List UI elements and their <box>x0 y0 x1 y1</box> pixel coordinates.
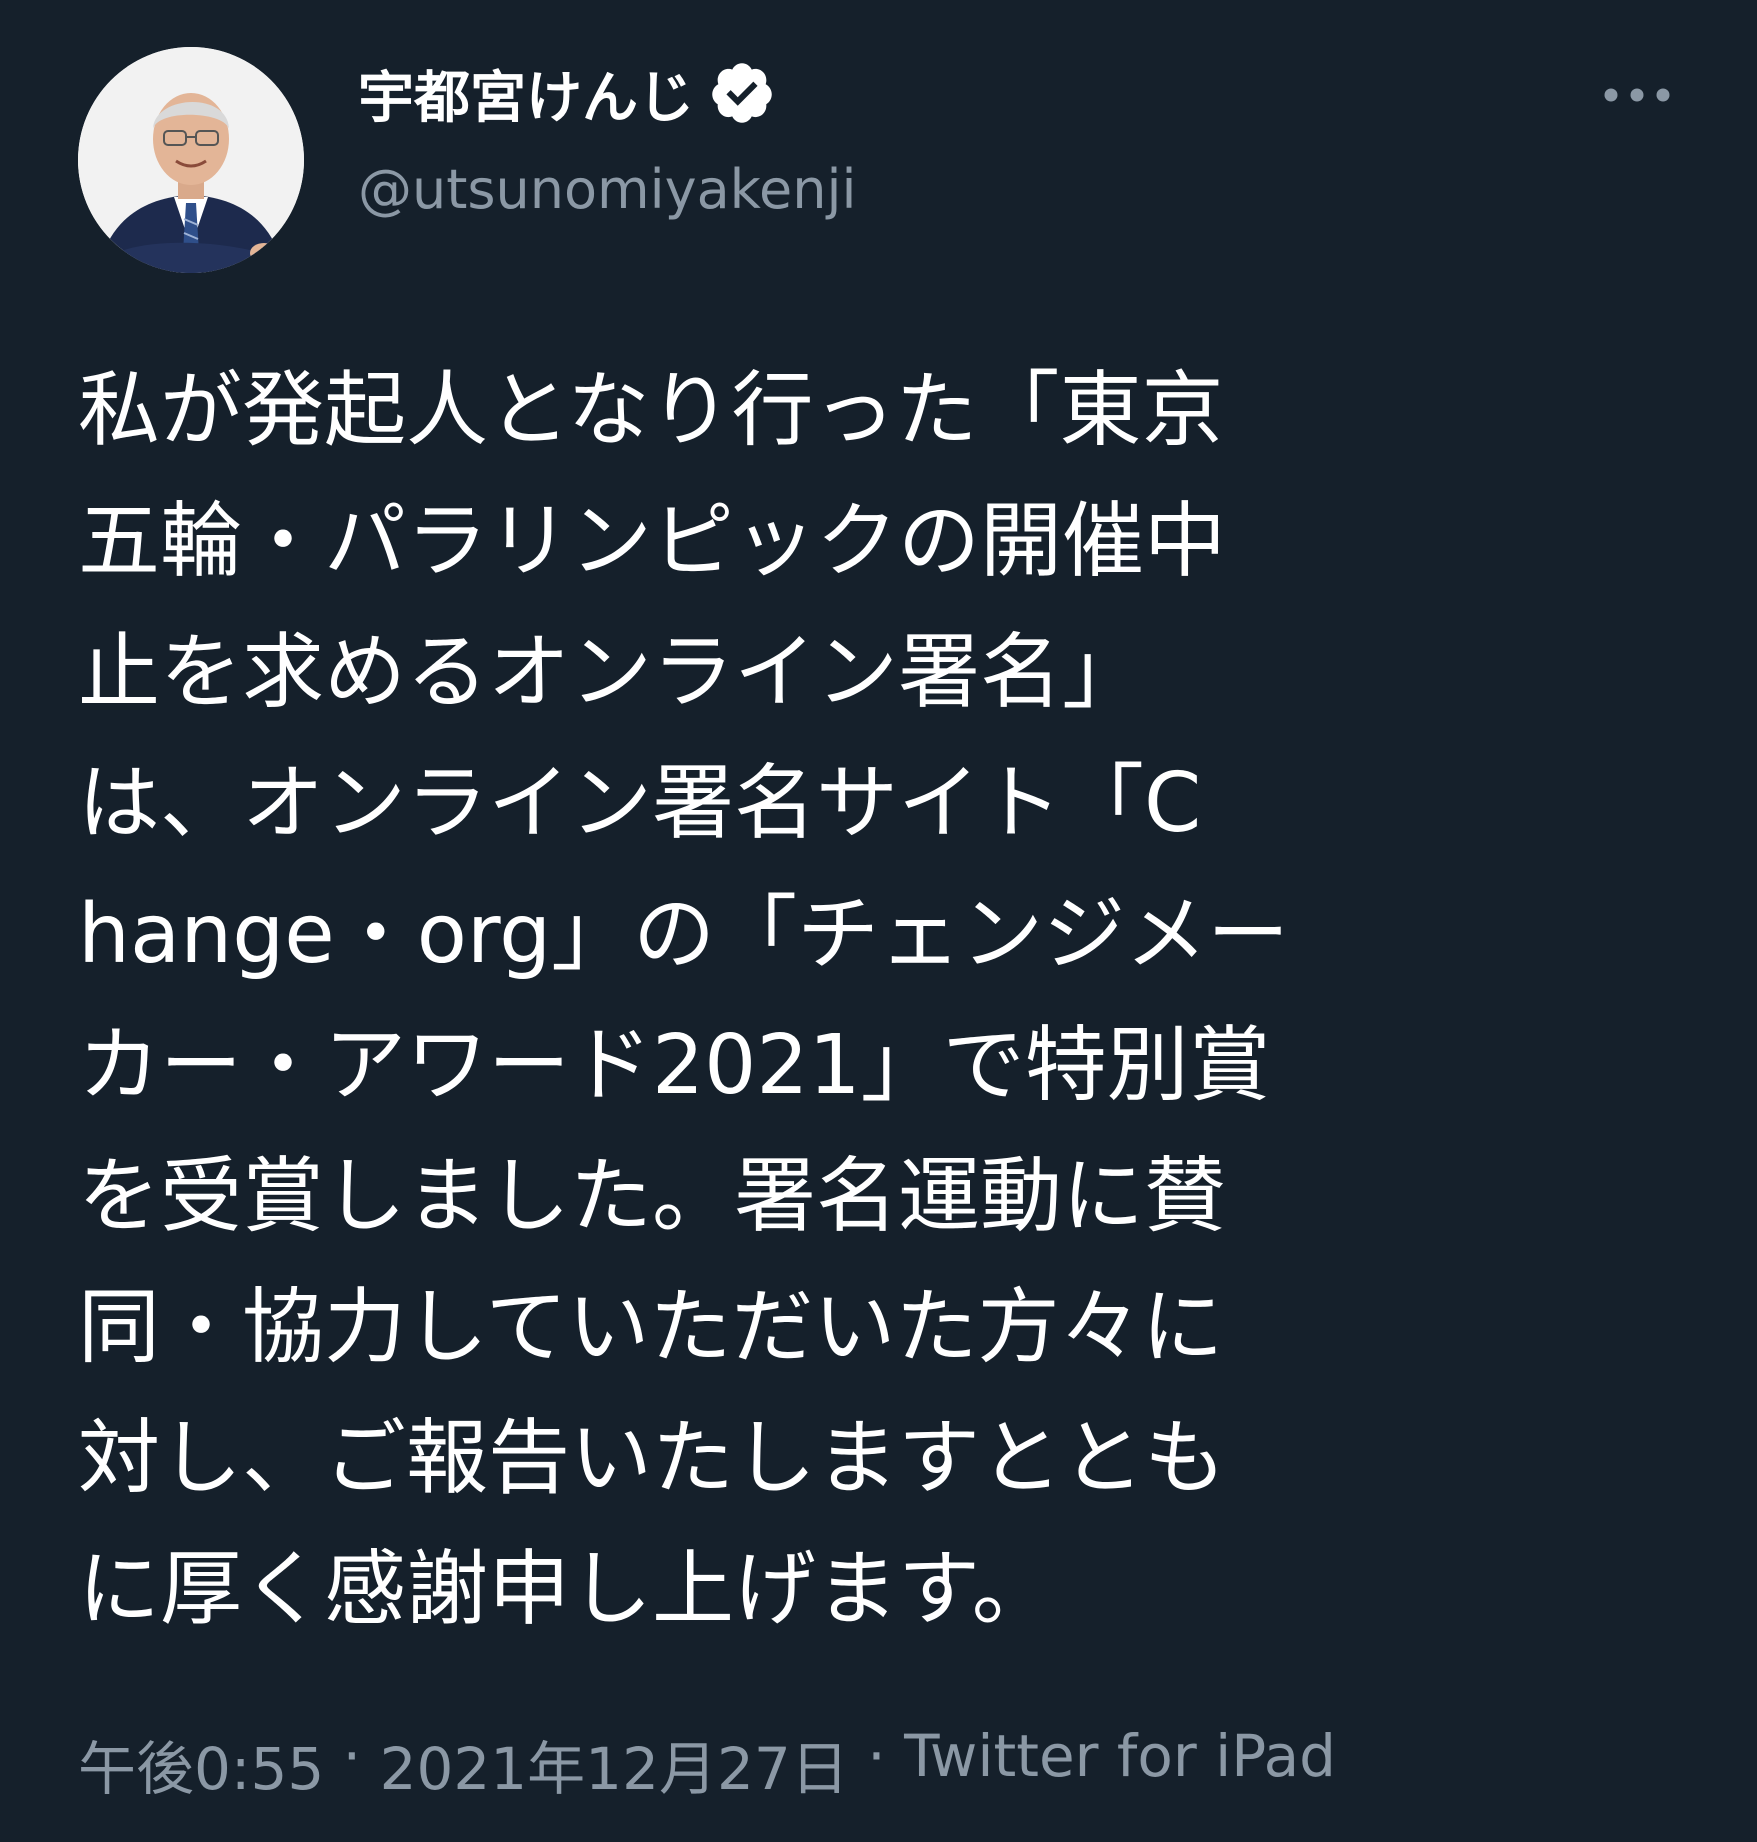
tweet-meta: 午後0:55 · 2021年12月27日 · Twitter for iPad <box>78 1722 1336 1806</box>
author-display-name[interactable]: 宇都宮けんじ <box>358 53 694 134</box>
author-name-row[interactable]: 宇都宮けんじ <box>358 58 776 131</box>
more-options-button[interactable] <box>1600 80 1674 110</box>
tweet-time[interactable]: 午後0:55 <box>78 1722 324 1806</box>
meta-separator: · <box>848 1722 905 1790</box>
profile-photo <box>78 47 304 273</box>
tweet-source[interactable]: Twitter for iPad <box>904 1722 1336 1806</box>
verified-badge-icon <box>708 59 776 127</box>
meta-separator: · <box>324 1722 380 1790</box>
tweet-date[interactable]: 2021年12月27日 <box>380 1722 849 1806</box>
more-options-icon <box>1604 88 1670 102</box>
tweet-text: 私が発起人となり行った「東京 五輪・パラリンピックの開催中 止を求めるオンライン… <box>78 363 1290 1637</box>
author-handle[interactable]: @utsunomiyakenji <box>358 158 856 221</box>
avatar[interactable] <box>78 47 304 273</box>
